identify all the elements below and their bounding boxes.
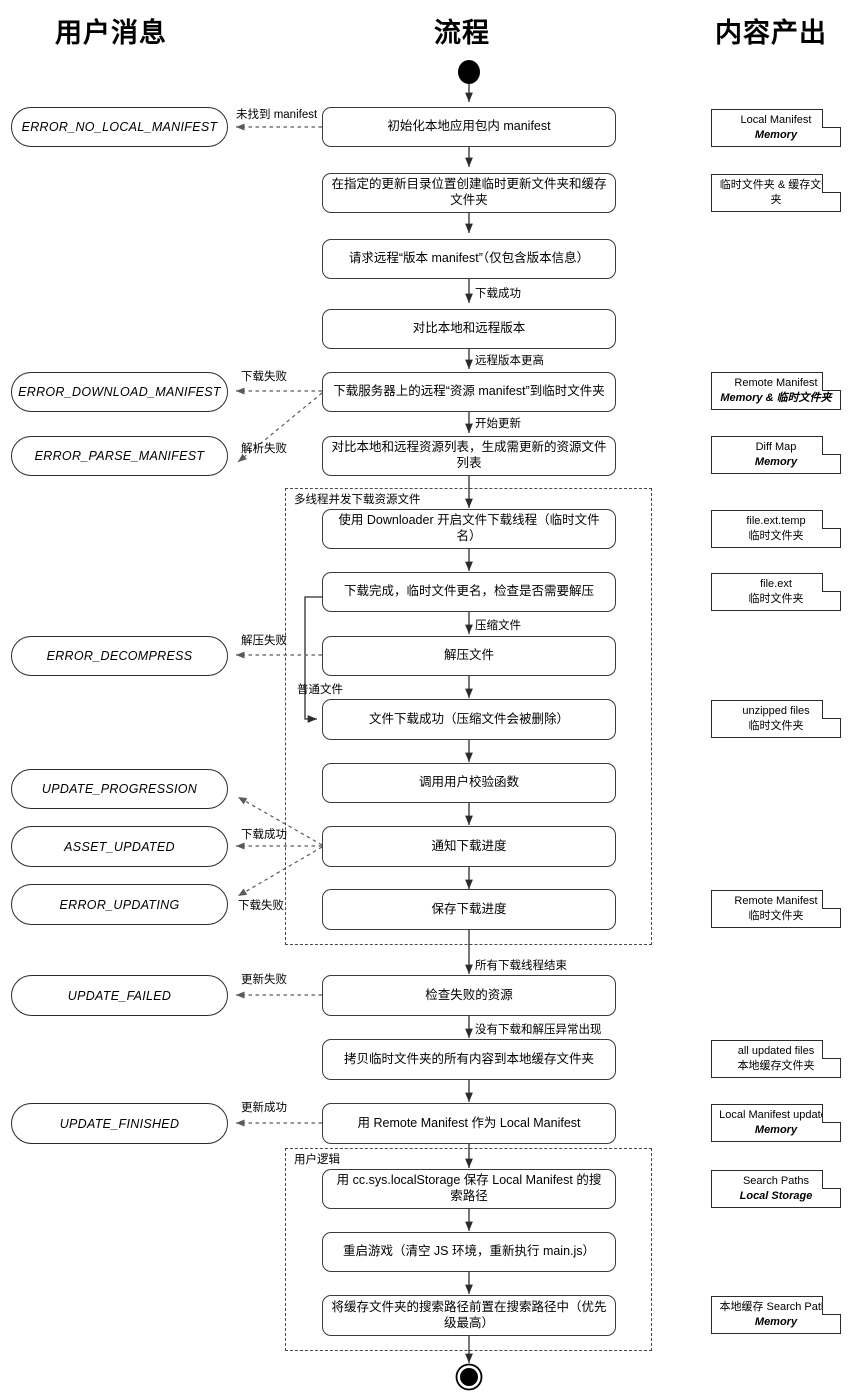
note-line1: file.ext: [760, 578, 792, 591]
edge-label-update-success: 更新成功: [241, 1102, 287, 1114]
edge-label-all-threads-done: 所有下载线程结束: [475, 960, 567, 972]
note-line2: 本地缓存文件夹: [737, 1060, 815, 1072]
note-line2: Memory: [754, 1316, 798, 1328]
edge-label-download-success: 下载成功: [475, 288, 521, 300]
edge-label-no-exception: 没有下载和解压异常出现: [475, 1024, 602, 1036]
process-box-create-temp-dirs[interactable]: 在指定的更新目录位置创建临时更新文件夹和缓存文件夹: [322, 173, 616, 213]
note-unzipped-files: unzipped files 临时文件夹: [711, 700, 841, 738]
message-update-finished[interactable]: UPDATE_FINISHED: [11, 1103, 228, 1144]
note-line2: Memory: [754, 456, 798, 468]
process-box-remote-becomes-local[interactable]: 用 Remote Manifest 作为 Local Manifest: [322, 1103, 616, 1144]
message-error-no-local-manifest[interactable]: ERROR_NO_LOCAL_MANIFEST: [11, 107, 228, 147]
process-box-init-local-manifest[interactable]: 初始化本地应用包内 manifest: [322, 107, 616, 147]
note-fold-icon: [822, 436, 841, 455]
flowchart-canvas: 用户消息 流程 内容产出 多线程并发下载资源文件 用户逻辑 初始化本地应用包内 …: [0, 0, 850, 1399]
note-local-cache-search-paths: 本地缓存 Search Paths Memory: [711, 1296, 841, 1334]
process-box-download-asset-manifest[interactable]: 下载服务器上的远程“资源 manifest”到临时文件夹: [322, 372, 616, 412]
note-remote-manifest-temp: Remote Manifest 临时文件夹: [711, 890, 841, 928]
message-update-failed[interactable]: UPDATE_FAILED: [11, 975, 228, 1016]
note-fold-icon: [822, 573, 841, 592]
note-line1: 临时文件夹 & 缓存文件夹: [719, 179, 833, 206]
note-line1: unzipped files: [742, 705, 810, 718]
note-line2: 临时文件夹: [748, 593, 804, 605]
note-file-ext-temp: file.ext.temp 临时文件夹: [711, 510, 841, 548]
note-line1: Diff Map: [755, 441, 797, 454]
note-line1: file.ext.temp: [746, 515, 806, 528]
edge-label-decompress-fail: 解压失败: [241, 635, 287, 647]
note-remote-manifest-memory: Remote Manifest Memory & 临时文件夹: [711, 372, 841, 410]
process-box-save-progress[interactable]: 保存下载进度: [322, 889, 616, 930]
edge-label-download-success-2: 下载成功: [241, 829, 287, 841]
note-line2: Memory & 临时文件夹: [720, 392, 832, 404]
column-header-center: 流程: [434, 18, 490, 48]
note-fold-icon: [822, 1040, 841, 1059]
process-box-restart-game[interactable]: 重启游戏（清空 JS 环境，重新执行 main.js）: [322, 1232, 616, 1272]
note-fold-icon: [822, 174, 841, 193]
note-line2: 临时文件夹: [748, 720, 804, 732]
group-label-user-logic: 用户逻辑: [291, 1151, 343, 1167]
note-fold-icon: [822, 890, 841, 909]
column-header-left: 用户消息: [55, 18, 167, 48]
note-line1: Remote Manifest: [734, 895, 818, 908]
note-line1: all updated files: [737, 1045, 815, 1058]
note-file-ext: file.ext 临时文件夹: [711, 573, 841, 611]
process-box-download-finished[interactable]: 文件下载成功（压缩文件会被删除）: [322, 699, 616, 740]
note-line2: Memory: [754, 129, 798, 141]
note-all-updated-files: all updated files 本地缓存文件夹: [711, 1040, 841, 1078]
note-line2: 临时文件夹: [748, 530, 804, 542]
note-fold-icon: [822, 1104, 841, 1123]
edge-label-normal-file: 普通文件: [297, 684, 343, 696]
note-local-manifest-updated: Local Manifest updated Memory: [711, 1104, 841, 1142]
message-error-download-manifest[interactable]: ERROR_DOWNLOAD_MANIFEST: [11, 372, 228, 412]
note-line2: 临时文件夹: [748, 910, 804, 922]
note-fold-icon: [822, 109, 841, 128]
note-fold-icon: [822, 1296, 841, 1315]
note-line1: Search Paths: [742, 1175, 810, 1188]
edge-label-update-fail: 更新失败: [241, 974, 287, 986]
note-line2: Memory: [754, 1124, 798, 1136]
message-asset-updated[interactable]: ASSET_UPDATED: [11, 826, 228, 867]
process-box-call-verify-callback[interactable]: 调用用户校验函数: [322, 763, 616, 803]
note-fold-icon: [822, 1170, 841, 1189]
note-line2: Local Storage: [739, 1190, 813, 1202]
note-fold-icon: [822, 372, 841, 391]
note-line1: Local Manifest: [740, 114, 812, 127]
edge-label-parse-fail: 解析失败: [241, 443, 287, 455]
edge-label-remote-newer: 远程版本更高: [475, 355, 544, 367]
edge-label-no-manifest: 未找到 manifest: [236, 109, 318, 121]
process-box-compare-versions[interactable]: 对比本地和远程版本: [322, 309, 616, 349]
process-box-start-download-threads[interactable]: 使用 Downloader 开启文件下载线程（临时文件名）: [322, 509, 616, 549]
note-diff-map: Diff Map Memory: [711, 436, 841, 474]
edge-label-download-fail-manifest: 下载失败: [241, 371, 287, 383]
process-box-generate-diff-list[interactable]: 对比本地和远程资源列表，生成需更新的资源文件列表: [322, 436, 616, 476]
note-temp-and-cache-dirs: 临时文件夹 & 缓存文件夹: [711, 174, 841, 212]
edge-label-compressed-file: 压缩文件: [475, 620, 521, 632]
process-box-rename-check-unzip[interactable]: 下载完成，临时文件更名，检查是否需要解压: [322, 572, 616, 612]
process-box-copy-temp-to-cache[interactable]: 拷贝临时文件夹的所有内容到本地缓存文件夹: [322, 1039, 616, 1080]
process-box-decompress[interactable]: 解压文件: [322, 636, 616, 676]
start-node: [458, 60, 480, 84]
note-fold-icon: [822, 700, 841, 719]
process-box-check-failed-assets[interactable]: 检查失败的资源: [322, 975, 616, 1016]
group-label-multithread-download: 多线程并发下载资源文件: [291, 491, 424, 507]
process-box-notify-progress[interactable]: 通知下载进度: [322, 826, 616, 867]
process-box-save-search-paths[interactable]: 用 cc.sys.localStorage 保存 Local Manifest …: [322, 1169, 616, 1209]
note-line1: Local Manifest updated: [719, 1109, 833, 1122]
note-search-paths-local-storage: Search Paths Local Storage: [711, 1170, 841, 1208]
note-fold-icon: [822, 510, 841, 529]
message-update-progression[interactable]: UPDATE_PROGRESSION: [11, 769, 228, 809]
process-box-request-version-manifest[interactable]: 请求远程“版本 manifest”（仅包含版本信息）: [322, 239, 616, 279]
process-box-prepend-search-path[interactable]: 将缓存文件夹的搜索路径前置在搜索路径中（优先级最高）: [322, 1295, 616, 1336]
edge-label-download-fail-2: 下载失败: [238, 900, 284, 912]
column-header-right: 内容产出: [715, 18, 827, 48]
message-error-decompress[interactable]: ERROR_DECOMPRESS: [11, 636, 228, 676]
edge-label-start-update: 开始更新: [475, 418, 521, 430]
note-line1: 本地缓存 Search Paths: [719, 1301, 833, 1314]
note-line1: Remote Manifest: [734, 377, 818, 390]
message-error-updating[interactable]: ERROR_UPDATING: [11, 884, 228, 925]
message-error-parse-manifest[interactable]: ERROR_PARSE_MANIFEST: [11, 436, 228, 476]
note-local-manifest: Local Manifest Memory: [711, 109, 841, 147]
